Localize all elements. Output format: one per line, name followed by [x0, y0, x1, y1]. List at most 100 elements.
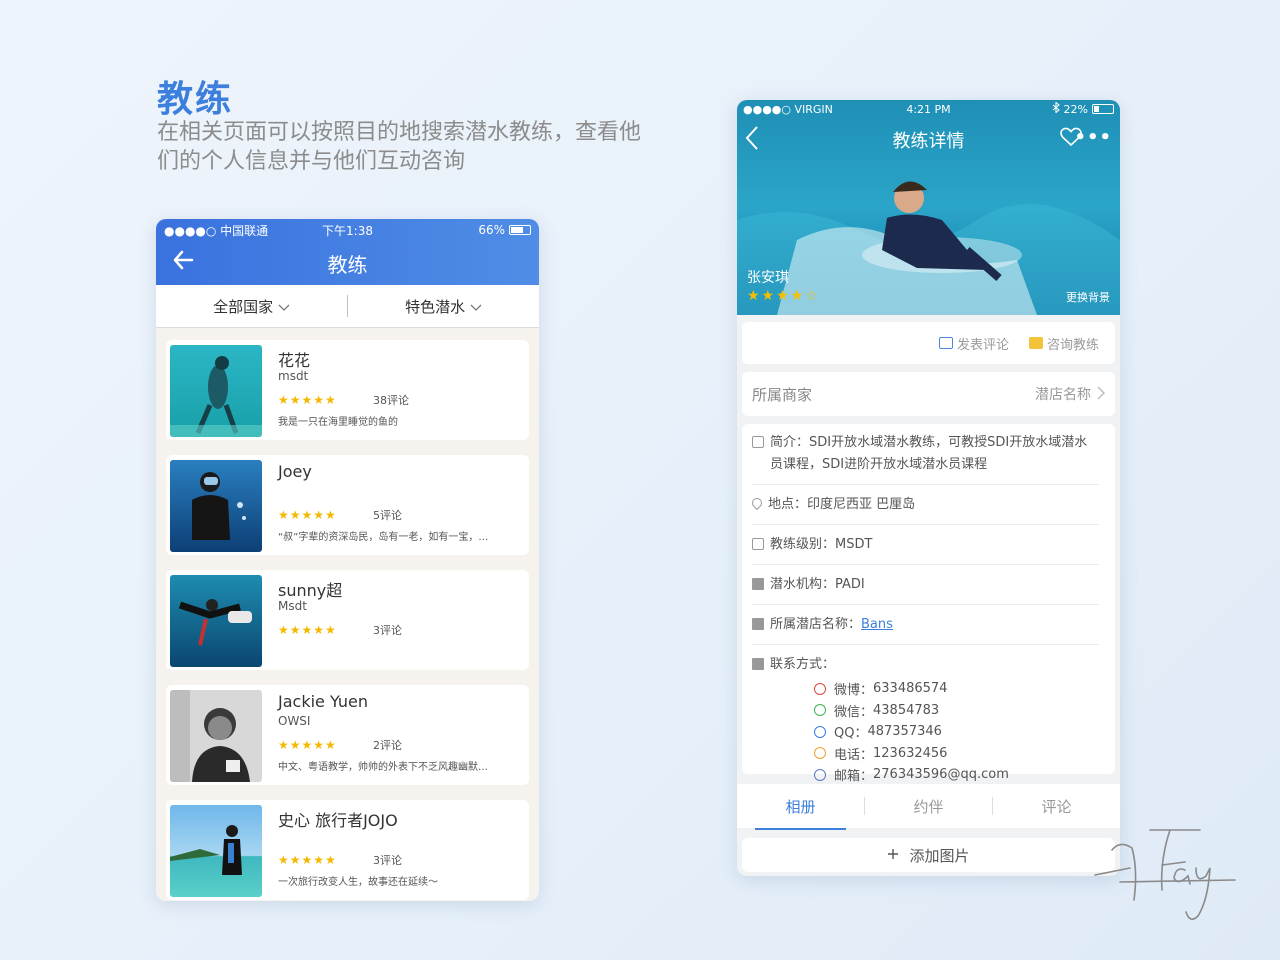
- merchant-value: 潜店名称: [1035, 387, 1091, 403]
- document-icon: [752, 436, 764, 448]
- tab-bar: 相册 约伴 评论: [737, 784, 1120, 830]
- filter-specialty[interactable]: 特色潜水: [348, 296, 539, 317]
- coach-card[interactable]: sunny超 Msdt ★★★★★ 3评论: [166, 570, 529, 670]
- chevron-down-icon: [278, 298, 290, 316]
- more-options-icon[interactable]: •••: [1074, 127, 1112, 148]
- level-key: 教练级别：: [770, 537, 836, 552]
- status-bar: ●●●●○ VIRGIN 4:21 PM 22%: [737, 100, 1120, 118]
- arrow-left-icon[interactable]: [172, 249, 194, 276]
- filter-bar: 全部国家 特色潜水: [156, 285, 539, 328]
- intro-description: 在相关页面可以按照目的地搜索潜水教练，查看他们的个人信息并与他们互动咨询: [157, 120, 642, 174]
- coach-name: 张安琪: [747, 270, 789, 286]
- info-intro: 简介：SDI开放水域潜水教练，可教授SDI开放水域潜水员课程，SDI进阶开放水域…: [752, 432, 1099, 485]
- consult-coach-button[interactable]: 咨询教练: [1028, 334, 1099, 353]
- review-count: 3评论: [373, 854, 402, 867]
- contact-key: 联系方式：: [770, 657, 836, 672]
- info-contact: 联系方式：: [752, 654, 1099, 676]
- action-bar: 发表评论 咨询教练: [742, 322, 1115, 364]
- page-title: 教练详情: [892, 131, 965, 152]
- org-key: 潜水机构：: [770, 577, 836, 592]
- contact-qq[interactable]: QQ： 487357346: [814, 721, 1099, 743]
- chevron-right-icon: [1097, 384, 1105, 405]
- message-icon: [1028, 337, 1043, 349]
- badge-icon: [752, 538, 764, 550]
- chevron-left-icon[interactable]: [743, 124, 761, 159]
- star-rating-empty: ☆: [805, 288, 820, 304]
- status-time: 4:21 PM: [906, 102, 951, 116]
- contact-value: 633486574: [873, 681, 948, 697]
- tab-companion[interactable]: 约伴: [865, 796, 992, 817]
- star-rating: ★★★★★: [278, 623, 337, 637]
- coach-bio: “叔”字辈的资深岛民，岛有一老，如有一宝，…: [278, 532, 489, 543]
- coach-card[interactable]: Jackie Yuen OWSI ★★★★★ 2评论 中文、粤语教学，帅帅的外表…: [166, 685, 529, 785]
- star-rating: ★★★★☆: [747, 288, 820, 304]
- coach-bio: 一次旅行改变人生，故事还在延续～: [278, 877, 438, 888]
- coach-detail-screen: ●●●●○ VIRGIN 4:21 PM 22% 教练详情 ••• 张安琪 ★★…: [737, 100, 1120, 876]
- star-rating: ★★★★★: [278, 738, 337, 752]
- coach-name: sunny超: [278, 581, 343, 600]
- review-count: 38评论: [373, 394, 409, 407]
- level-value: MSDT: [835, 537, 873, 552]
- contact-wechat[interactable]: 微信： 43854783: [814, 700, 1099, 722]
- contact-label: 电话：: [834, 747, 874, 763]
- star-rating-filled: ★★★★: [747, 288, 806, 304]
- coach-name: Jackie Yuen: [278, 692, 369, 711]
- coach-card[interactable]: 史心 旅行者JOJO ★★★★★ 3评论 一次旅行改变人生，故事还在延续～: [166, 800, 529, 900]
- contact-value: 487357346: [867, 724, 942, 740]
- coach-avatar: [170, 575, 262, 667]
- post-comment-button[interactable]: 发表评论: [938, 334, 1009, 353]
- building-icon: [752, 578, 764, 590]
- contact-list: 微博： 633486574 微信： 43854783 QQ： 487357346 电话…: [814, 678, 1099, 786]
- coach-name: 史心 旅行者JOJO: [278, 811, 398, 830]
- coach-level: Msdt: [278, 599, 307, 613]
- info-location: 地点：印度尼西亚 巴厘岛: [749, 494, 1099, 525]
- weibo-icon: [814, 682, 826, 695]
- coach-list: 花花 msdt ★★★★★ 38评论 我是一只在海里睡觉的鱼的 Joey ★★★…: [156, 328, 539, 900]
- contact-value: 123632456: [873, 745, 948, 761]
- add-photo-button[interactable]: 添加图片: [742, 838, 1115, 872]
- org-value: PADI: [835, 577, 865, 592]
- coach-list-screen: ●●●●○ 中国联通 下午1:38 66% 教练 全部国家 特色潜水 花花 ms…: [156, 219, 539, 901]
- coach-card[interactable]: 花花 msdt ★★★★★ 38评论 我是一只在海里睡觉的鱼的: [166, 340, 529, 440]
- tab-album[interactable]: 相册: [737, 796, 864, 830]
- filter-country[interactable]: 全部国家: [156, 296, 347, 317]
- contact-label: 微信：: [834, 704, 874, 720]
- intro-value: SDI开放水域潜水教练，可教授SDI开放水域潜水员课程，SDI进阶开放水域潜水员…: [770, 435, 1088, 472]
- nav-bar: 教练: [156, 241, 539, 285]
- coach-avatar: [170, 345, 262, 437]
- filter-specialty-label: 特色潜水: [405, 297, 466, 316]
- battery-icon: [1092, 104, 1114, 114]
- email-icon: [814, 768, 826, 781]
- review-count: 3评论: [373, 624, 402, 637]
- contact-phone[interactable]: 电话： 123632456: [814, 743, 1099, 765]
- contact-weibo[interactable]: 微博： 633486574: [814, 678, 1099, 700]
- tab-reviews[interactable]: 评论: [993, 796, 1120, 817]
- merchant-label: 所属商家: [752, 385, 813, 404]
- star-rating: ★★★★★: [278, 508, 337, 522]
- coach-level: [278, 829, 525, 849]
- change-background-button[interactable]: 更换背景: [1066, 289, 1110, 305]
- contact-label: 微博：: [834, 683, 874, 699]
- status-bar: ●●●●○ 中国联通 下午1:38 66%: [156, 219, 539, 241]
- signature-logo: [1094, 829, 1236, 920]
- chevron-down-icon: [470, 298, 482, 316]
- contact-label: 邮箱：: [834, 769, 874, 785]
- coach-name: Joey: [278, 462, 312, 481]
- plus-icon: [887, 846, 899, 864]
- coach-bio: 我是一只在海里睡觉的鱼的: [278, 417, 398, 428]
- review-count: 5评论: [373, 509, 402, 522]
- coach-card[interactable]: Joey ★★★★★ 5评论 “叔”字辈的资深岛民，岛有一老，如有一宝，…: [166, 455, 529, 555]
- contact-email[interactable]: 邮箱： 276343596@qq.com: [814, 764, 1099, 786]
- coach-avatar: [170, 690, 262, 782]
- location-pin-icon: [749, 495, 765, 511]
- contact-label: QQ：: [834, 726, 868, 742]
- coach-avatar: [170, 460, 262, 552]
- info-organization: 潜水机构：PADI: [752, 574, 1099, 605]
- merchant-row[interactable]: 所属商家 潜店名称: [742, 372, 1115, 416]
- coach-level: [278, 484, 525, 504]
- coach-avatar: [170, 805, 262, 897]
- shop-link[interactable]: Bans: [861, 617, 893, 632]
- coach-name: 花花: [278, 351, 311, 370]
- coach-bio: 中文、粤语教学，帅帅的外表下不乏风趣幽默…: [278, 762, 488, 773]
- consult-coach-label: 咨询教练: [1046, 337, 1099, 353]
